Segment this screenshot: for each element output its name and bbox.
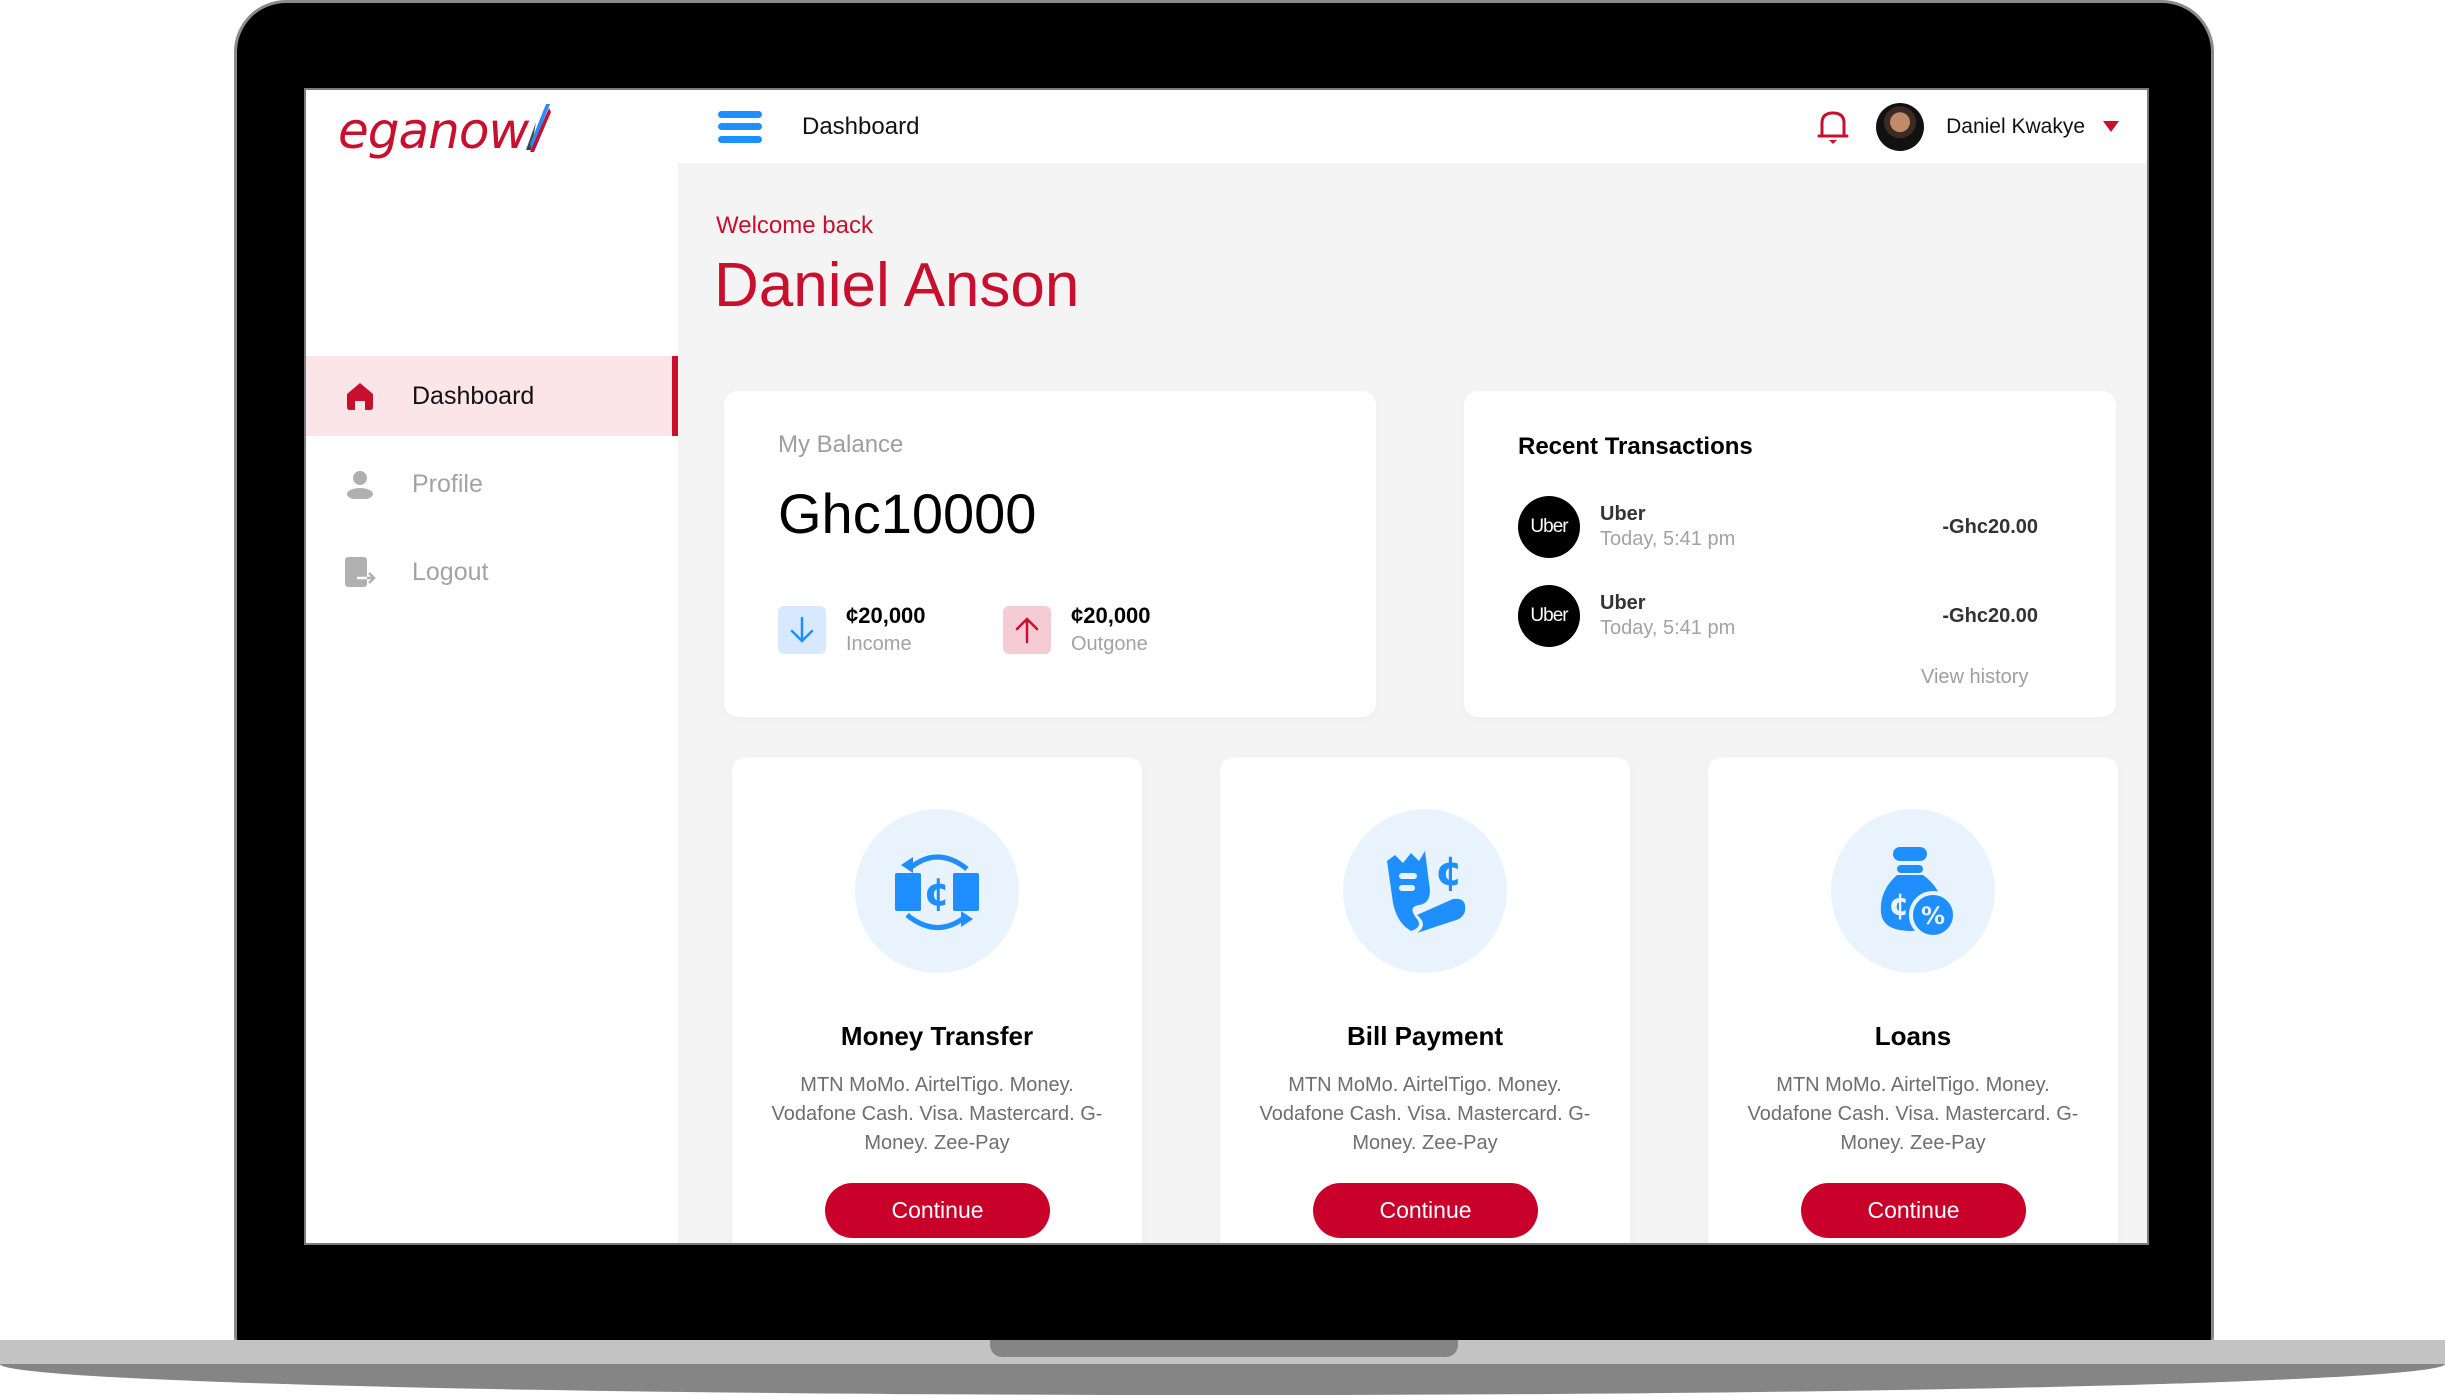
page-title: Dashboard xyxy=(802,112,920,140)
service-title: Bill Payment xyxy=(1346,1021,1504,1051)
logo-text: eganow xyxy=(338,102,529,160)
svg-text:¢: ¢ xyxy=(924,870,950,914)
recent-transactions-title: Recent Transactions xyxy=(1518,433,1753,460)
transaction-amount: -Ghc20.00 xyxy=(1942,515,2038,538)
transaction-time: Today, 5:41 pm xyxy=(1600,528,1736,550)
bell-icon[interactable] xyxy=(1816,109,1850,145)
svg-text:%: % xyxy=(1921,902,1945,930)
income-value: ¢20,000 xyxy=(846,603,926,628)
welcome-text: Welcome back xyxy=(716,212,873,239)
service-card-loans: ¢ % Loans MTN MoMo. AirtelTigo. Money. V… xyxy=(1708,757,2118,1243)
user-name[interactable]: Daniel Kwakye xyxy=(1946,115,2085,139)
service-description: MTN MoMo. AirtelTigo. Money. Vodafone Ca… xyxy=(771,1074,1103,1154)
eganow-logo[interactable]: eganow xyxy=(338,100,552,160)
arrow-up-icon xyxy=(1003,605,1051,654)
outgone-stat: ¢20,000 Outgone xyxy=(1003,603,1151,656)
transaction-name: Uber xyxy=(1600,592,1646,614)
laptop-notch xyxy=(990,1340,1458,1357)
svg-text:¢: ¢ xyxy=(1435,849,1463,895)
continue-button[interactable]: Continue xyxy=(825,1183,1050,1238)
continue-button[interactable]: Continue xyxy=(1313,1183,1538,1238)
income-label: Income xyxy=(846,633,912,655)
sidebar-item-label: Profile xyxy=(412,469,483,498)
sidebar-item-profile[interactable]: Profile xyxy=(306,444,678,524)
sidebar-item-logout[interactable]: Logout xyxy=(306,532,678,612)
service-title: Loans xyxy=(1874,1021,1952,1051)
outgone-value: ¢20,000 xyxy=(1071,603,1151,628)
sidebar-item-label: Logout xyxy=(412,557,489,586)
menu-icon[interactable] xyxy=(718,110,762,143)
top-header: Dashboard Daniel Kwakye xyxy=(678,90,2147,163)
user-area: Daniel Kwakye xyxy=(1816,90,2119,163)
svg-text:¢: ¢ xyxy=(1889,888,1910,923)
service-card-bill-payment: ¢ Bill Payment MTN MoMo. AirtelTigo. Mon… xyxy=(1220,757,1630,1243)
service-description: MTN MoMo. AirtelTigo. Money. Vodafone Ca… xyxy=(1747,1074,2079,1154)
loans-icon: ¢ % xyxy=(1831,809,1995,973)
arrow-down-icon xyxy=(778,605,826,654)
sidebar-item-dashboard[interactable]: Dashboard xyxy=(306,356,678,436)
user-icon xyxy=(342,466,378,502)
uber-logo: Uber xyxy=(1518,585,1580,647)
money-transfer-icon: ¢ xyxy=(855,809,1019,973)
logo-check-icon xyxy=(526,104,552,152)
app-screen: eganow Dashboard Profile Logout Dashboar… xyxy=(304,88,2149,1245)
transaction-name: Uber xyxy=(1600,503,1646,525)
service-description: MTN MoMo. AirtelTigo. Money. Vodafone Ca… xyxy=(1259,1074,1591,1154)
bill-payment-icon: ¢ xyxy=(1343,809,1507,973)
avatar[interactable] xyxy=(1876,102,1925,151)
chevron-down-icon[interactable] xyxy=(2103,121,2119,132)
service-card-money-transfer: ¢ Money Transfer MTN MoMo. AirtelTigo. M… xyxy=(732,757,1142,1243)
transaction-time: Today, 5:41 pm xyxy=(1600,617,1736,639)
balance-value: Ghc10000 xyxy=(778,482,1037,545)
transaction-amount: -Ghc20.00 xyxy=(1942,604,2038,627)
sidebar: eganow Dashboard Profile Logout xyxy=(306,90,678,1243)
laptop-base-bottom xyxy=(0,1364,2445,1395)
continue-button[interactable]: Continue xyxy=(1801,1183,2026,1238)
balance-label: My Balance xyxy=(778,431,904,458)
sidebar-nav: Dashboard Profile Logout xyxy=(306,356,678,620)
home-icon xyxy=(342,378,378,414)
income-stat: ¢20,000 Income xyxy=(778,603,926,656)
view-history-link[interactable]: View history xyxy=(1921,666,2028,689)
user-display-name: Daniel Anson xyxy=(714,251,1080,320)
logout-icon xyxy=(342,554,378,590)
uber-logo: Uber xyxy=(1518,496,1580,558)
recent-transactions-card: Recent Transactions Uber Uber Today, 5:4… xyxy=(1464,391,2116,717)
balance-card: My Balance Ghc10000 ¢20,000 Income ¢20,0… xyxy=(724,391,1376,717)
service-title: Money Transfer xyxy=(840,1021,1034,1051)
transaction-row[interactable]: Uber Uber Today, 5:41 pm -Ghc20.00 xyxy=(1518,584,2038,648)
transaction-row[interactable]: Uber Uber Today, 5:41 pm -Ghc20.00 xyxy=(1518,495,2038,559)
outgone-label: Outgone xyxy=(1071,633,1148,655)
sidebar-item-label: Dashboard xyxy=(412,381,535,410)
